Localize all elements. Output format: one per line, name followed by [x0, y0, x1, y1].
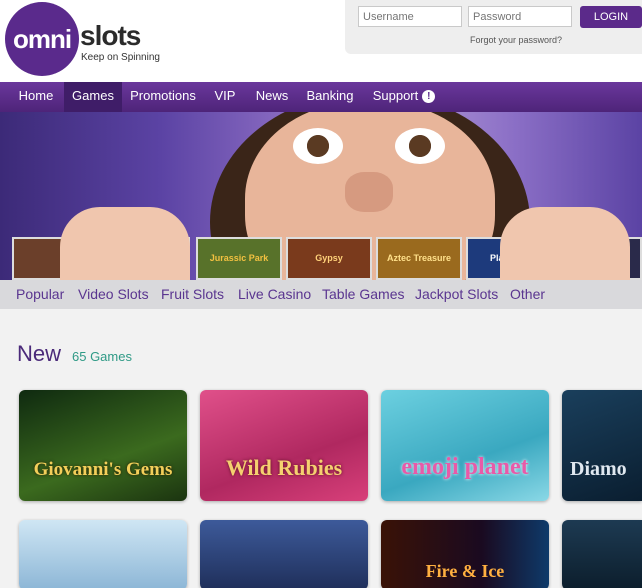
game-title: Diamo [570, 458, 627, 480]
support-alert-icon: ! [422, 90, 436, 103]
game-title: emoji planet [401, 454, 529, 480]
header: omni slots Keep on Spinning LOGIN Forgot… [0, 0, 642, 82]
category-bar: Popular Video Slots Fruit Slots Live Cas… [0, 280, 642, 309]
game-tile[interactable]: Fire & Ice [381, 520, 549, 588]
logo-circle-text: omni [12, 24, 72, 54]
nav-banking[interactable]: Banking [298, 82, 362, 112]
game-tile[interactable]: Giovanni's Gems [19, 390, 187, 501]
forgot-password-link[interactable]: Forgot your password? [470, 35, 562, 45]
game-tile[interactable] [200, 520, 368, 588]
nav-promotions[interactable]: Promotions [122, 82, 204, 112]
category-video-slots[interactable]: Video Slots [78, 280, 149, 309]
nav-games[interactable]: Games [64, 82, 122, 112]
username-input[interactable] [358, 6, 462, 27]
category-table-games[interactable]: Table Games [322, 280, 404, 309]
logo-circle[interactable]: omni [5, 2, 79, 76]
game-title: Fire & Ice [425, 561, 505, 581]
hero-thumb[interactable]: Jurassic Park [196, 237, 282, 280]
logo-word[interactable]: slots [80, 20, 141, 52]
login-box: LOGIN Forgot your password? [345, 0, 642, 54]
hero-hand-left [60, 207, 190, 280]
game-tile[interactable]: Diamo [562, 390, 642, 501]
nav-support-label: Support [372, 88, 419, 103]
game-tile[interactable]: Wild Rubies [200, 390, 368, 501]
nav-home[interactable]: Home [8, 82, 64, 112]
login-button[interactable]: LOGIN [580, 6, 642, 28]
category-other[interactable]: Other [510, 280, 545, 309]
eye-left [293, 128, 343, 164]
nose [345, 172, 393, 212]
page: omni slots Keep on Spinning LOGIN Forgot… [0, 0, 642, 588]
category-popular[interactable]: Popular [16, 280, 64, 309]
game-tile[interactable] [562, 520, 642, 588]
hero-hand-right [500, 207, 630, 280]
logo-tagline: Keep on Spinning [81, 52, 160, 63]
section-count: 65 Games [72, 349, 132, 364]
password-input[interactable] [468, 6, 572, 27]
main-nav: Home Games Promotions VIP News Banking S… [0, 82, 642, 112]
game-tile[interactable] [19, 520, 187, 588]
nav-support[interactable]: Support! [364, 82, 444, 112]
nav-news[interactable]: News [246, 82, 298, 112]
game-title: Wild Rubies [225, 455, 343, 480]
hero-thumb[interactable]: Aztec Treasure [376, 237, 462, 280]
category-jackpot-slots[interactable]: Jackpot Slots [415, 280, 498, 309]
category-fruit-slots[interactable]: Fruit Slots [161, 280, 224, 309]
nav-vip[interactable]: VIP [204, 82, 246, 112]
eye-right [395, 128, 445, 164]
hero-thumb[interactable]: Gypsy [286, 237, 372, 280]
hero-banner[interactable]: Jurassic Park Gypsy Aztec Treasure Plati… [0, 112, 642, 280]
game-tile[interactable]: emoji planet [381, 390, 549, 501]
category-live-casino[interactable]: Live Casino [238, 280, 311, 309]
game-title: Giovanni's Gems [33, 459, 173, 480]
section-title: New [17, 341, 62, 366]
